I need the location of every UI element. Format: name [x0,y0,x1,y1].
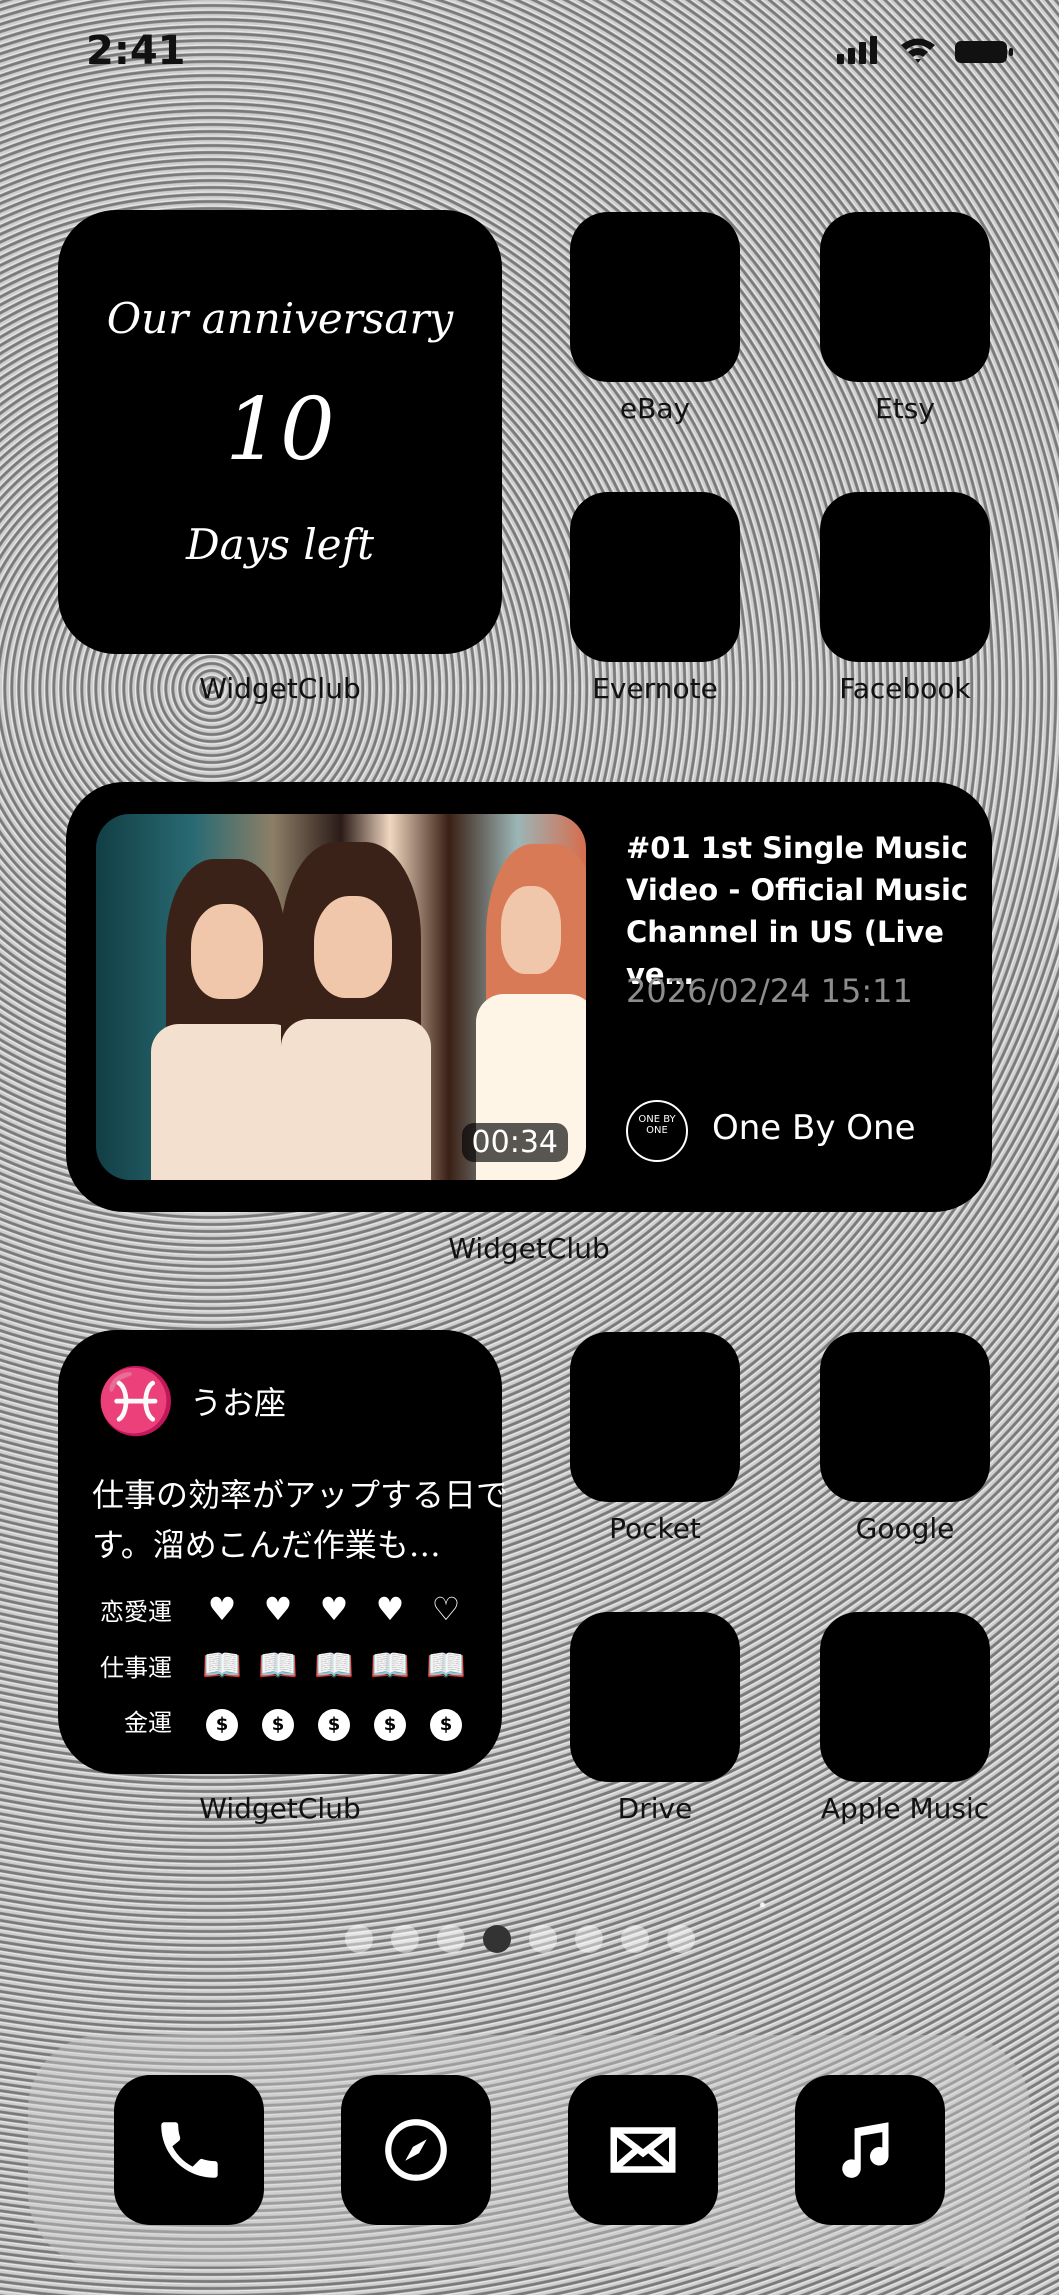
app-label-pocket: Pocket [609,1512,701,1545]
app-google[interactable] [820,1332,990,1502]
signal-icon [837,36,881,68]
pisces-icon: ♓ [96,1365,176,1439]
heart-icon: ♥ [207,1590,237,1628]
app-label-ebay: eBay [619,392,691,425]
coin-icon: $ [418,1700,474,1741]
mail-icon [610,2127,676,2173]
video-datetime: 2026/02/24 15:11 [626,972,913,1010]
app-label-google: Google [855,1512,955,1545]
status-time: 2:41 [86,28,186,74]
book-icon: 📖 [370,1646,410,1684]
app-label-facebook: Facebook [839,672,971,705]
compass-icon [385,2119,447,2181]
channel-name: One By One [712,1108,916,1148]
app-facebook[interactable] [820,492,990,662]
video-duration: 00:34 [461,1123,568,1162]
channel-logo: ONE BY ONE [626,1100,688,1162]
wifi-icon [899,36,937,68]
horoscope-widget[interactable]: ♓ うお座 仕事の効率がアップする日です。溜めこんだ作業も… 恋愛運 ♥ ♥ ♥… [58,1330,508,1774]
work-fortune-label: 仕事運 [100,1653,172,1682]
page-dot[interactable] [621,1925,649,1953]
app-ebay[interactable] [570,212,740,382]
video-thumbnail[interactable]: 00:34 [96,814,586,1180]
app-pocket[interactable] [570,1332,740,1502]
app-evernote[interactable] [570,492,740,662]
phone-app[interactable] [114,2075,264,2225]
page-dot[interactable] [575,1925,603,1953]
dock [28,2035,1030,2267]
page-dot[interactable] [345,1925,373,1953]
safari-app[interactable] [341,2075,491,2225]
money-fortune-label: 金運 [124,1709,172,1737]
music-widget[interactable]: 00:34 #01 1st Single Music Video - Offic… [66,782,992,1212]
anniversary-title: Our anniversary [106,294,454,343]
love-fortune-label: 恋愛運 [100,1597,172,1626]
horoscope-widget-label: WidgetClub [199,1792,361,1825]
coin-icon: $ [306,1700,362,1741]
page-dot[interactable] [391,1925,419,1953]
page-dot[interactable] [667,1925,695,1953]
heart-icon: ♥ [375,1590,405,1628]
heart-outline-icon: ♡ [431,1590,461,1628]
status-icons [837,36,1013,68]
anniversary-footer: Days left [185,520,375,569]
coin-icon: $ [250,1700,306,1741]
heart-icon: ♥ [263,1590,293,1628]
anniversary-widget-label: WidgetClub [199,672,361,705]
coin-icon: $ [194,1700,250,1741]
app-etsy[interactable] [820,212,990,382]
coin-icon: $ [362,1700,418,1741]
app-apple-music[interactable] [820,1612,990,1782]
book-icon: 📖 [314,1646,354,1684]
video-title: #01 1st Single Music Video - Official Mu… [626,831,969,991]
app-label-apple-music: Apple Music [820,1792,990,1825]
battery-icon [955,41,1013,63]
mail-app[interactable] [568,2075,718,2225]
horoscope-message: 仕事の効率がアップする日です。溜めこんだ作業も… [92,1476,509,1564]
money-fortune-row: 金運 $ $ $ $ $ [86,1700,474,1741]
app-drive[interactable] [570,1612,740,1782]
app-label-drive: Drive [617,1792,693,1825]
page-dot[interactable] [437,1925,465,1953]
love-fortune-row: 恋愛運 ♥ ♥ ♥ ♥ ♡ [86,1590,474,1628]
phone-icon [161,2122,218,2178]
music-app[interactable] [795,2075,945,2225]
music-widget-label: WidgetClub [448,1232,610,1265]
book-icon: 📖 [202,1646,242,1684]
music-note-icon [842,2122,889,2178]
book-outline-icon: 📖 [426,1646,466,1684]
anniversary-number: 10 [225,380,335,480]
work-fortune-row: 仕事運 📖 📖 📖 📖 📖 [86,1646,474,1684]
page-dot-active[interactable] [483,1925,511,1953]
horoscope-sign-name: うお座 [190,1384,287,1422]
app-label-etsy: Etsy [875,392,935,425]
app-label-evernote: Evernote [592,672,718,705]
anniversary-widget[interactable]: Our anniversary 10 Days left [58,210,502,654]
page-dot[interactable] [529,1925,557,1953]
page-indicator[interactable] [345,1925,695,1953]
book-icon: 📖 [258,1646,298,1684]
heart-icon: ♥ [319,1590,349,1628]
